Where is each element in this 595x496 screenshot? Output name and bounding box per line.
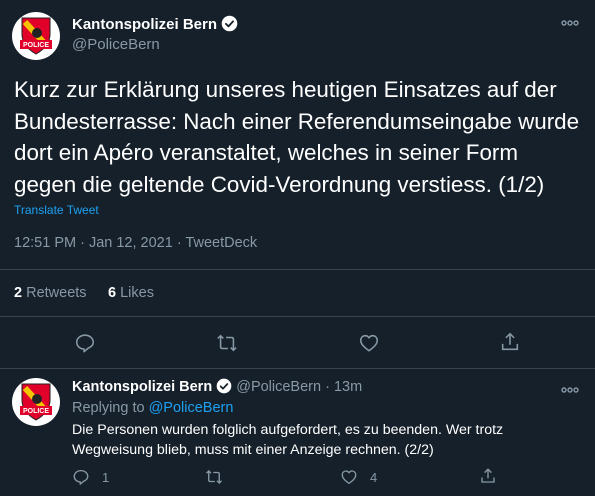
retweets-stat[interactable]: 2 Retweets xyxy=(14,285,87,301)
retweet-icon xyxy=(217,334,237,352)
more-options-button[interactable] xyxy=(561,14,579,32)
reply-like-button[interactable]: 4 xyxy=(340,467,377,487)
likes-stat[interactable]: 6 Likes xyxy=(108,285,154,301)
reply-author-handle[interactable]: @PoliceBern xyxy=(236,379,321,395)
author-name-text: Kantonspolizei Bern xyxy=(72,16,218,33)
share-button[interactable] xyxy=(499,331,521,353)
replying-to-label: Replying to xyxy=(72,400,145,416)
like-icon xyxy=(341,470,357,485)
avatar-label: POLICE xyxy=(23,408,49,415)
reply-button[interactable] xyxy=(74,332,96,354)
share-icon xyxy=(481,468,495,483)
retweet-icon xyxy=(206,470,222,484)
reply-author-name[interactable]: Kantonspolizei Bern xyxy=(72,379,212,395)
author-name[interactable]: Kantonspolizei Bern xyxy=(72,15,238,33)
divider xyxy=(0,269,595,270)
police-crest-icon: POLICE xyxy=(20,17,52,55)
like-icon xyxy=(359,334,379,352)
author-handle[interactable]: @PoliceBern xyxy=(72,36,160,53)
reply-like-count: 4 xyxy=(370,469,378,485)
reply-share-button[interactable] xyxy=(479,466,497,486)
reply-reply-button[interactable]: 1 xyxy=(72,467,109,487)
share-icon xyxy=(501,332,519,351)
reply-icon xyxy=(75,334,95,353)
retweets-label: Retweets xyxy=(26,285,87,301)
reply-time[interactable]: 13m xyxy=(334,379,362,395)
retweets-count: 2 xyxy=(14,285,23,301)
retweet-button[interactable] xyxy=(216,332,238,354)
avatar-label: POLICE xyxy=(23,42,49,49)
reply-author-avatar[interactable]: POLICE xyxy=(12,378,60,426)
likes-count: 6 xyxy=(108,285,117,301)
replying-to-handle[interactable]: @PoliceBern xyxy=(149,400,234,416)
tweet-text: Kurz zur Erklärung unseres heutigen Eins… xyxy=(14,77,580,197)
separator-dot: · xyxy=(325,379,330,395)
ellipsis-icon xyxy=(561,20,579,26)
reply-header: Kantonspolizei Bern @PoliceBern · 13m xyxy=(72,378,362,395)
reply-text: Die Personen wurden folglich aufgeforder… xyxy=(72,422,504,458)
verified-icon xyxy=(216,378,232,394)
divider xyxy=(0,368,595,369)
reply-more-options-button[interactable] xyxy=(561,381,579,399)
ellipsis-icon xyxy=(561,387,579,393)
police-crest-icon: POLICE xyxy=(20,383,52,421)
like-button[interactable] xyxy=(358,332,380,354)
author-avatar[interactable]: POLICE xyxy=(12,12,60,60)
reply-count: 1 xyxy=(102,469,110,485)
verified-icon xyxy=(221,15,238,32)
translate-tweet-link[interactable]: Translate Tweet xyxy=(14,203,99,217)
reply-icon xyxy=(73,469,89,485)
reply-retweet-button[interactable] xyxy=(205,467,235,487)
replying-to: Replying to @PoliceBern xyxy=(72,400,233,416)
likes-label: Likes xyxy=(120,285,154,301)
tweet-timestamp[interactable]: 12:51 PM · Jan 12, 2021 · TweetDeck xyxy=(14,235,257,251)
divider xyxy=(0,316,595,317)
